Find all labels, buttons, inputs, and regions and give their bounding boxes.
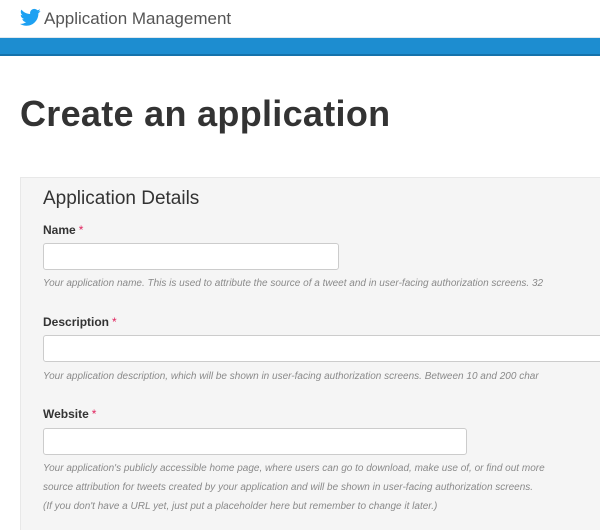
- header-accent-bar: [0, 38, 600, 56]
- name-label-text: Name: [43, 223, 76, 237]
- description-input[interactable]: [43, 335, 600, 362]
- top-bar: Application Management: [0, 0, 600, 38]
- description-help-text: Your application description, which will…: [43, 371, 539, 382]
- website-help-text-line-3: (If you don't have a URL yet, just put a…: [43, 501, 438, 512]
- website-help-text-line-2: source attribution for tweets created by…: [43, 482, 534, 493]
- website-label-text: Website: [43, 407, 89, 421]
- page-title: Create an application: [20, 93, 391, 134]
- application-details-panel: Application Details Name * Your applicati…: [20, 177, 600, 530]
- twitter-bird-icon[interactable]: [20, 8, 41, 27]
- description-label: Description *: [43, 314, 117, 330]
- name-input[interactable]: [43, 243, 339, 270]
- description-label-text: Description: [43, 315, 110, 329]
- required-marker: *: [78, 223, 84, 237]
- website-help-text-line-1: Your application's publicly accessible h…: [43, 463, 545, 474]
- name-label: Name *: [43, 222, 83, 238]
- required-marker: *: [112, 315, 117, 329]
- name-help-text: Your application name. This is used to a…: [43, 278, 544, 289]
- website-label: Website *: [43, 406, 96, 422]
- app-management-title[interactable]: Application Management: [44, 9, 231, 29]
- section-title: Application Details: [43, 188, 200, 209]
- website-input[interactable]: [43, 428, 467, 455]
- required-marker: *: [91, 407, 97, 421]
